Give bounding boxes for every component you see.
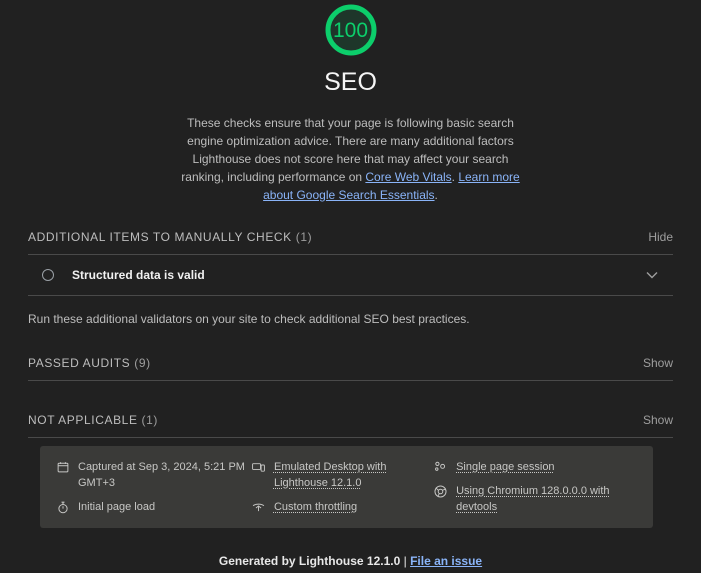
- table-row[interactable]: Structured data is valid: [28, 255, 673, 295]
- not-applicable-section-title: NOT APPLICABLE (1): [28, 413, 158, 427]
- gauge-container: 100: [0, 1, 701, 59]
- manual-section-title: ADDITIONAL ITEMS TO MANUALLY CHECK (1): [28, 230, 312, 244]
- manual-section-wrap: ADDITIONAL ITEMS TO MANUALLY CHECK (1) H…: [28, 220, 673, 254]
- not-applicable-section-title-text: NOT APPLICABLE: [28, 412, 138, 427]
- manual-section-header[interactable]: ADDITIONAL ITEMS TO MANUALLY CHECK (1) H…: [28, 220, 673, 254]
- metadata-throttling: Custom throttling: [252, 499, 434, 515]
- metadata-chromium-text[interactable]: Using Chromium 128.0.0.0 with devtools: [456, 483, 637, 515]
- passed-audits-section: PASSED AUDITS (9) Show: [0, 346, 701, 381]
- chevron-down-icon[interactable]: [645, 268, 659, 282]
- score-value: 100: [332, 18, 369, 42]
- lighthouse-report: 100 SEO These checks ensure that your pa…: [0, 0, 701, 573]
- core-web-vitals-link[interactable]: Core Web Vitals: [365, 170, 451, 184]
- metadata-captured-at: Captured at Sep 3, 2024, 5:21 PM GMT+3: [56, 459, 252, 491]
- manual-items-section: ADDITIONAL ITEMS TO MANUALLY CHECK (1) H…: [0, 220, 701, 328]
- passed-section-header[interactable]: PASSED AUDITS (9) Show: [28, 346, 673, 380]
- not-applicable-section-toggle[interactable]: Show: [643, 413, 673, 427]
- passed-section-title-text: PASSED AUDITS: [28, 355, 131, 370]
- score-header: 100 SEO These checks ensure that your pa…: [0, 0, 701, 204]
- circle-icon: [42, 268, 54, 281]
- report-footer: Generated by Lighthouse 12.1.0 | File an…: [0, 554, 701, 568]
- manual-section-count: (1): [295, 229, 313, 244]
- metadata-captured-at-text: Captured at Sep 3, 2024, 5:21 PM GMT+3: [78, 461, 245, 489]
- metadata-session-text[interactable]: Single page session: [456, 459, 637, 475]
- category-description: These checks ensure that your page is fo…: [175, 114, 527, 204]
- manual-validators-note: Run these additional validators on your …: [28, 311, 470, 326]
- passed-section-count: (9): [134, 355, 151, 370]
- description-text-part3: .: [434, 187, 438, 202]
- not-applicable-section-wrap: NOT APPLICABLE (1) Show: [28, 403, 673, 437]
- passed-section-wrap: PASSED AUDITS (9) Show: [28, 346, 673, 380]
- network-icon: [252, 499, 265, 515]
- audit-title: Structured data is valid: [72, 267, 205, 282]
- manual-section-divider-bottom: [28, 294, 673, 296]
- not-applicable-section-count: (1): [141, 412, 158, 427]
- passed-section-toggle[interactable]: Show: [643, 356, 673, 370]
- metadata-emulation-text[interactable]: Emulated Desktop with Lighthouse 12.1.0: [274, 459, 434, 491]
- run-metadata-panel: Captured at Sep 3, 2024, 5:21 PM GMT+3 I…: [40, 446, 653, 528]
- manual-audit-list: Structured data is valid: [28, 255, 673, 295]
- not-applicable-section-header[interactable]: NOT APPLICABLE (1) Show: [28, 403, 673, 437]
- metadata-chromium: Using Chromium 128.0.0.0 with devtools: [434, 483, 637, 515]
- manual-section-toggle[interactable]: Hide: [648, 230, 673, 244]
- page-title: SEO: [324, 68, 377, 96]
- metadata-session: Single page session: [434, 459, 637, 475]
- file-an-issue-link[interactable]: File an issue: [410, 554, 482, 568]
- manual-section-title-text: ADDITIONAL ITEMS TO MANUALLY CHECK: [28, 229, 292, 244]
- metadata-emulation: Emulated Desktop with Lighthouse 12.1.0: [252, 459, 434, 491]
- passed-section-divider: [28, 379, 673, 381]
- metadata-column-2: Emulated Desktop with Lighthouse 12.1.0 …: [252, 459, 434, 515]
- metadata-page-load-text: Initial page load: [78, 501, 156, 513]
- session-icon: [434, 459, 447, 475]
- metadata-column-3: Single page session Using Chromium 128.0…: [434, 459, 637, 515]
- metadata-throttling-text[interactable]: Custom throttling: [274, 499, 434, 515]
- not-applicable-section-divider: [28, 436, 673, 438]
- chromium-icon: [434, 483, 447, 499]
- devices-icon: [252, 459, 265, 475]
- footer-generated-prefix: Generated by: [218, 554, 299, 568]
- not-applicable-section: NOT APPLICABLE (1) Show: [0, 403, 701, 438]
- metadata-page-load: Initial page load: [56, 499, 252, 515]
- stopwatch-icon: [56, 499, 69, 515]
- footer-version: 12.1.0: [363, 554, 404, 568]
- score-gauge[interactable]: 100: [322, 1, 380, 59]
- footer-brand: Lighthouse: [298, 554, 364, 568]
- metadata-column-1: Captured at Sep 3, 2024, 5:21 PM GMT+3 I…: [56, 459, 252, 515]
- passed-section-title: PASSED AUDITS (9): [28, 356, 151, 370]
- calendar-icon: [56, 459, 69, 475]
